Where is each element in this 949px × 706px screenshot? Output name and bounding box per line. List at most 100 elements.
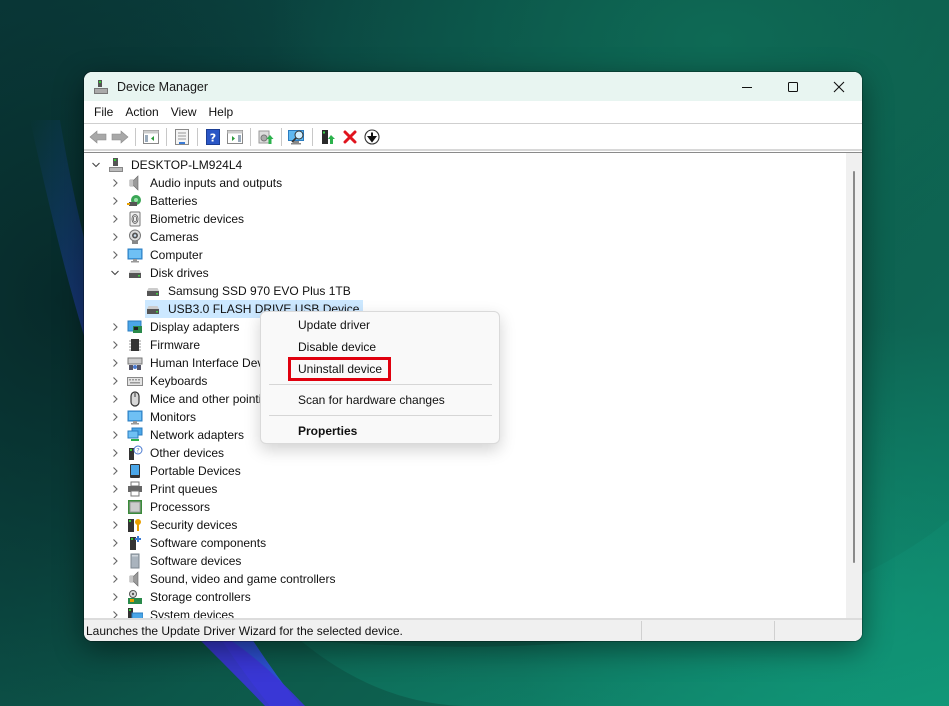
tree-item-content[interactable]: Security devices — [127, 516, 241, 534]
tree-category[interactable]: Monitors — [109, 408, 200, 426]
chevron-right-icon[interactable] — [109, 426, 121, 444]
tree-item-content[interactable]: Samsung SSD 970 EVO Plus 1TB — [145, 282, 355, 300]
tree-category[interactable]: Portable Devices — [109, 462, 245, 480]
vertical-scrollbar[interactable] — [846, 153, 862, 619]
enable-device-button[interactable] — [317, 126, 339, 148]
chevron-right-icon[interactable] — [109, 570, 121, 588]
tree-category[interactable]: ? Other devices — [109, 444, 228, 462]
tree-item-content[interactable]: Computer — [127, 246, 207, 264]
tree-category[interactable]: Computer — [109, 246, 207, 264]
tree-category[interactable]: Disk drives — [109, 264, 213, 282]
tree-category[interactable]: Batteries — [109, 192, 201, 210]
help-button[interactable]: ? — [202, 126, 224, 148]
disk-drive-icon — [127, 265, 143, 281]
chevron-right-icon[interactable] — [109, 534, 121, 552]
tree-item-content[interactable]: Processors — [127, 498, 214, 516]
tree-item-content[interactable]: Print queues — [127, 480, 221, 498]
chevron-right-icon[interactable] — [109, 390, 121, 408]
chevron-right-icon[interactable] — [109, 408, 121, 426]
tree-category[interactable]: Processors — [109, 498, 214, 516]
tree-item-label: Print queues — [150, 482, 218, 496]
chevron-right-icon[interactable] — [109, 336, 121, 354]
disable-device-icon — [364, 128, 380, 145]
chevron-right-icon[interactable] — [109, 246, 121, 264]
tree-item-content[interactable]: Sound, video and game controllers — [127, 570, 339, 588]
maximize-button[interactable] — [770, 72, 816, 101]
chevron-down-icon[interactable] — [90, 156, 102, 174]
tree-item-content[interactable]: Batteries — [127, 192, 201, 210]
tree-category[interactable]: Software components — [109, 534, 270, 552]
keyboard-icon — [127, 373, 143, 389]
tree-device[interactable]: Samsung SSD 970 EVO Plus 1TB — [145, 282, 355, 300]
menu-item-scan-hardware[interactable]: Scan for hardware changes — [298, 390, 445, 410]
tree-item-content[interactable]: Software devices — [127, 552, 245, 570]
tree-item-content[interactable]: Software components — [127, 534, 270, 552]
toolbar-separator — [135, 127, 136, 146]
scrollbar-thumb[interactable] — [853, 171, 855, 563]
chevron-right-icon[interactable] — [109, 588, 121, 606]
tree-root-computer[interactable]: DESKTOP-LM924L4 — [90, 156, 246, 174]
update-driver-button[interactable] — [255, 126, 277, 148]
chevron-right-icon[interactable] — [109, 444, 121, 462]
tree-item-content[interactable]: Portable Devices — [127, 462, 245, 480]
security-key-icon — [127, 517, 143, 533]
chevron-right-icon[interactable] — [109, 462, 121, 480]
chevron-right-icon[interactable] — [109, 228, 121, 246]
tree-item-content[interactable]: Monitors — [127, 408, 200, 426]
tree-item-content[interactable]: Keyboards — [127, 372, 211, 390]
back-button[interactable] — [87, 126, 109, 148]
menu-action[interactable]: Action — [119, 101, 164, 124]
tree-category[interactable]: Audio inputs and outputs — [109, 174, 286, 192]
menu-file[interactable]: File — [88, 101, 119, 124]
tree-category[interactable]: Storage controllers — [109, 588, 255, 606]
minimize-button[interactable] — [724, 72, 770, 101]
menu-view[interactable]: View — [165, 101, 203, 124]
menu-item-disable-device[interactable]: Disable device — [298, 337, 376, 357]
tree-item-label: Batteries — [150, 194, 198, 208]
disable-device-button[interactable] — [361, 126, 383, 148]
tree-category[interactable]: Keyboards — [109, 372, 211, 390]
chevron-down-icon[interactable] — [109, 264, 121, 282]
chevron-right-icon[interactable] — [109, 498, 121, 516]
tree-category[interactable]: Software devices — [109, 552, 245, 570]
chevron-right-icon[interactable] — [109, 354, 121, 372]
show-hide-console-tree-button[interactable] — [140, 126, 162, 148]
menu-help[interactable]: Help — [203, 101, 240, 124]
close-icon — [833, 81, 845, 92]
chevron-right-icon[interactable] — [109, 192, 121, 210]
tree-category[interactable]: Security devices — [109, 516, 241, 534]
uninstall-device-button[interactable] — [339, 126, 361, 148]
chevron-right-icon[interactable] — [109, 174, 121, 192]
close-button[interactable] — [816, 72, 862, 101]
tree-item-content[interactable]: DESKTOP-LM924L4 — [108, 156, 246, 174]
title-bar[interactable]: Device Manager — [84, 72, 862, 101]
tree-category[interactable]: Print queues — [109, 480, 221, 498]
menu-item-properties[interactable]: Properties — [298, 421, 357, 441]
tree-item-content[interactable]: Display adapters — [127, 318, 243, 336]
tree-category[interactable]: Firmware — [109, 336, 204, 354]
chevron-right-icon[interactable] — [109, 210, 121, 228]
tree-item-content[interactable]: Audio inputs and outputs — [127, 174, 286, 192]
chevron-right-icon[interactable] — [109, 480, 121, 498]
tree-category[interactable]: Cameras — [109, 228, 203, 246]
menu-item-update-driver[interactable]: Update driver — [298, 315, 370, 335]
tree-category[interactable]: Network adapters — [109, 426, 248, 444]
properties-button[interactable] — [171, 126, 193, 148]
chevron-right-icon[interactable] — [109, 372, 121, 390]
chevron-right-icon[interactable] — [109, 318, 121, 336]
tree-category[interactable]: Sound, video and game controllers — [109, 570, 339, 588]
tree-item-content[interactable]: Firmware — [127, 336, 204, 354]
chevron-right-icon[interactable] — [109, 552, 121, 570]
tree-item-content[interactable]: Network adapters — [127, 426, 248, 444]
show-hide-action-pane-button[interactable] — [224, 126, 246, 148]
tree-item-content[interactable]: Cameras — [127, 228, 203, 246]
tree-item-content[interactable]: ? Other devices — [127, 444, 228, 462]
forward-button[interactable] — [109, 126, 131, 148]
scan-hardware-button[interactable] — [286, 126, 308, 148]
tree-category[interactable]: Biometric devices — [109, 210, 248, 228]
tree-item-content[interactable]: Biometric devices — [127, 210, 248, 228]
chevron-right-icon[interactable] — [109, 516, 121, 534]
tree-item-content[interactable]: Storage controllers — [127, 588, 255, 606]
tree-category[interactable]: Display adapters — [109, 318, 243, 336]
tree-item-content[interactable]: Disk drives — [127, 264, 213, 282]
